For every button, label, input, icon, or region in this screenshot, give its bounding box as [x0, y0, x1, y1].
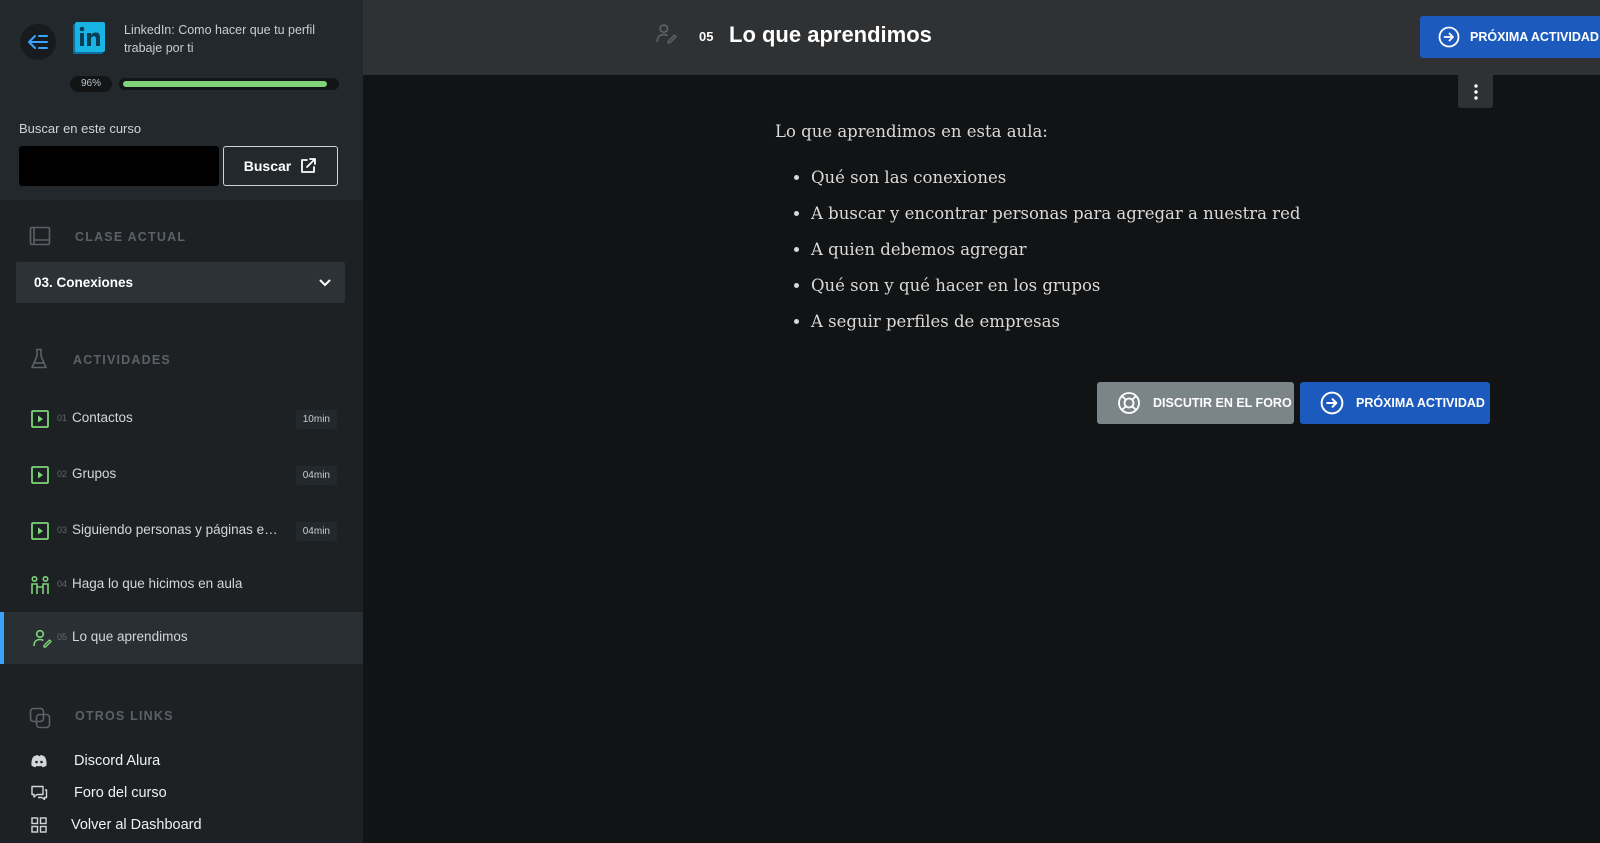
activity-name: Lo que aprendimos: [72, 629, 188, 644]
sidebar-header: LinkedIn: Como hacer que tu perfil traba…: [0, 0, 363, 200]
activity-name: Haga lo que hicimos en aula: [72, 576, 243, 591]
activity-duration: 10min: [295, 410, 337, 429]
content-intro: Lo que aprendimos en esta aula:: [775, 122, 1048, 141]
activity-number: 03: [57, 525, 68, 535]
search-button-label: Buscar: [243, 158, 292, 174]
list-item: Qué son las conexiones: [811, 167, 1495, 188]
activity-item[interactable]: 03 Siguiendo personas y páginas em... 04…: [0, 505, 363, 557]
activity-duration: 04min: [295, 466, 337, 485]
activity-item[interactable]: 04 Haga lo que hicimos en aula: [0, 559, 363, 611]
activity-header: 05 Lo que aprendimos: [363, 0, 1600, 75]
search-button[interactable]: Buscar: [223, 146, 338, 186]
activity-name: Contactos: [72, 410, 133, 425]
learned-icon: [33, 629, 52, 648]
more-options-button[interactable]: [1458, 75, 1493, 108]
link-label: Discord Alura: [74, 753, 161, 769]
activity-item[interactable]: 01 Contactos 10min: [0, 393, 363, 445]
dashboard-icon: [31, 817, 47, 833]
video-icon: [31, 466, 49, 484]
progress-percent: 96%: [70, 76, 112, 92]
links-icon: [29, 707, 51, 729]
forum-icon: [31, 785, 48, 801]
flask-icon: [31, 348, 47, 369]
list-item: A quien debemos agregar: [811, 239, 1495, 260]
next-activity-label: PRÓXIMA ACTIVIDAD: [1470, 30, 1599, 44]
activity-name: Siguiendo personas y páginas em...: [72, 522, 282, 537]
other-links-title: OTROS LINKS: [75, 709, 174, 723]
link-dashboard[interactable]: Volver al Dashboard: [0, 811, 363, 839]
arrow-circle-right-icon: [1438, 26, 1460, 48]
activity-duration: 04min: [295, 522, 337, 541]
linkedin-course-icon: [73, 22, 105, 54]
link-discord[interactable]: Discord Alura: [0, 747, 363, 775]
activity-number: 05: [699, 29, 714, 44]
discuss-forum-label: DISCUTIR EN EL FORO: [1153, 396, 1292, 410]
activity-number: 02: [57, 469, 68, 479]
link-label: Foro del curso: [74, 785, 167, 801]
discuss-forum-button[interactable]: DISCUTIR EN EL FORO: [1097, 382, 1294, 424]
search-input[interactable]: [19, 146, 219, 186]
list-item: A buscar y encontrar personas para agreg…: [811, 203, 1495, 224]
class-select[interactable]: 03. Conexiones: [16, 262, 345, 303]
class-select-value: 03. Conexiones: [34, 275, 134, 290]
current-class-title: CLASE ACTUAL: [75, 230, 187, 244]
progress-bar: [119, 78, 339, 90]
activity-name: Grupos: [72, 466, 117, 481]
next-activity-button-top[interactable]: PRÓXIMA ACTIVIDAD: [1420, 16, 1600, 58]
activity-number: 05: [57, 632, 68, 642]
course-title: LinkedIn: Como hacer que tu perfil traba…: [124, 23, 316, 55]
activities-title: ACTIVIDADES: [73, 353, 171, 367]
video-icon: [31, 410, 49, 428]
search-label: Buscar en este curso: [19, 121, 142, 136]
book-icon: [29, 226, 51, 246]
link-forum[interactable]: Foro del curso: [0, 779, 363, 807]
external-link-icon: [301, 158, 317, 173]
back-button[interactable]: [20, 24, 56, 60]
activity-item-current[interactable]: 05 Lo que aprendimos: [0, 612, 363, 664]
video-icon: [31, 522, 49, 540]
progress-bar-fill: [123, 81, 327, 87]
kebab-menu-icon: [1473, 83, 1478, 100]
link-label: Volver al Dashboard: [71, 817, 202, 833]
lifebuoy-icon: [1118, 392, 1140, 414]
next-activity-button[interactable]: PRÓXIMA ACTIVIDAD: [1300, 382, 1490, 424]
learned-icon: [656, 24, 677, 44]
activity-number: 04: [57, 579, 68, 589]
activity-number: 01: [57, 413, 68, 423]
back-arrow-icon: [28, 35, 48, 49]
list-item: A seguir perfiles de empresas: [811, 311, 1495, 332]
learned-list: Qué son las conexiones A buscar y encont…: [775, 167, 1495, 332]
activity-content: Lo que aprendimos en esta aula: Qué son …: [775, 122, 1495, 347]
list-item: Qué son y qué hacer en los grupos: [811, 275, 1495, 296]
arrow-circle-right-icon: [1320, 391, 1344, 415]
practice-icon: [31, 575, 49, 594]
discord-icon: [31, 755, 47, 768]
next-activity-label: PRÓXIMA ACTIVIDAD: [1356, 396, 1485, 410]
chevron-down-icon: [319, 279, 331, 286]
sidebar: LinkedIn: Como hacer que tu perfil traba…: [0, 0, 363, 843]
page-title: Lo que aprendimos: [729, 22, 932, 47]
activity-item[interactable]: 02 Grupos 04min: [0, 449, 363, 501]
